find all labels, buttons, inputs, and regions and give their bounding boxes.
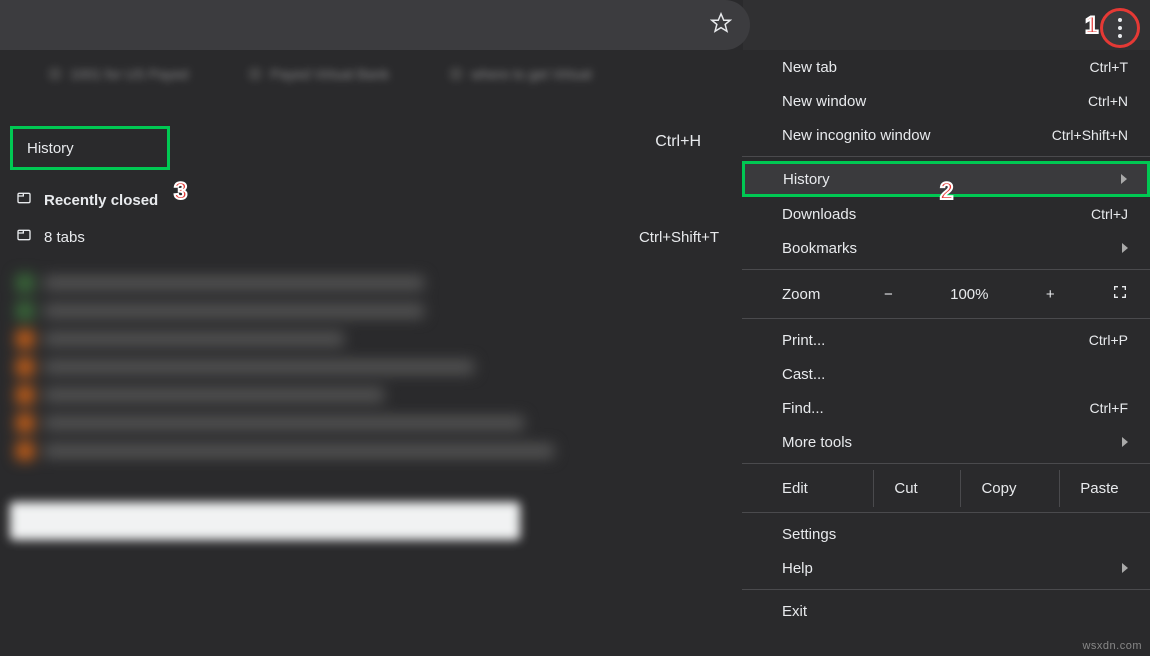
kebab-menu-button[interactable]	[1100, 8, 1140, 48]
menu-print[interactable]: Print...Ctrl+P	[742, 323, 1150, 357]
shortcut-text: Ctrl+Shift+T	[639, 229, 719, 246]
zoom-in-button[interactable]: +	[1046, 286, 1055, 303]
menu-exit[interactable]: Exit	[742, 594, 1150, 628]
menu-zoom: Zoom − 100% +	[742, 274, 1150, 314]
bookmarks-bar: 1001 for US Payed Payed Virtual Bank whe…	[0, 56, 743, 92]
favicon-icon	[48, 67, 62, 81]
zoom-value: 100%	[950, 286, 988, 303]
bookmark-item[interactable]: Payed Virtual Bank	[248, 66, 389, 82]
history-entry[interactable]	[16, 442, 727, 460]
favicon-icon	[449, 67, 463, 81]
zoom-out-button[interactable]: −	[884, 286, 893, 303]
fullscreen-icon[interactable]	[1112, 284, 1128, 304]
eight-tabs-item[interactable]: 8 tabs Ctrl+Shift+T	[0, 216, 743, 258]
history-submenu: History Ctrl+H Recently closed 8 tabs Ct…	[0, 100, 743, 540]
menu-find[interactable]: Find...Ctrl+F	[742, 391, 1150, 425]
recent-history-list	[0, 258, 743, 476]
menu-new-window[interactable]: New windowCtrl+N	[742, 84, 1150, 118]
history-entry[interactable]	[16, 414, 727, 432]
annotation-3: 3	[174, 178, 187, 206]
history-entry[interactable]	[16, 330, 727, 348]
bookmark-item[interactable]: 1001 for US Payed	[48, 66, 188, 82]
annotation-2: 2	[940, 178, 953, 206]
recently-closed-header: Recently closed	[0, 184, 743, 216]
menu-bookmarks[interactable]: Bookmarks	[742, 231, 1150, 265]
annotation-1: 1	[1085, 12, 1098, 40]
edit-copy[interactable]: Copy	[960, 470, 1036, 507]
history-shortcut: Ctrl+H	[655, 133, 743, 151]
star-icon[interactable]	[710, 12, 732, 39]
menu-new-tab[interactable]: New tabCtrl+T	[742, 50, 1150, 84]
address-bar[interactable]	[0, 0, 750, 50]
blurred-bar	[10, 502, 520, 540]
favicon-icon	[248, 67, 262, 81]
history-entry[interactable]	[16, 386, 727, 404]
watermark-text: wsxdn.com	[1082, 640, 1142, 652]
edit-cut[interactable]: Cut	[873, 470, 937, 507]
history-label: History	[27, 140, 74, 157]
menu-settings[interactable]: Settings	[742, 517, 1150, 551]
menu-incognito[interactable]: New incognito windowCtrl+Shift+N	[742, 118, 1150, 152]
chrome-main-menu: New tabCtrl+T New windowCtrl+N New incog…	[742, 50, 1150, 628]
menu-help[interactable]: Help	[742, 551, 1150, 585]
history-entry[interactable]	[16, 358, 727, 376]
history-entry[interactable]	[16, 274, 727, 292]
bookmark-item[interactable]: where to get Virtual	[449, 66, 591, 82]
vertical-dots-icon	[1118, 18, 1122, 38]
edit-paste[interactable]: Paste	[1059, 470, 1138, 507]
menu-edit: Edit Cut Copy Paste	[742, 468, 1150, 508]
menu-more-tools[interactable]: More tools	[742, 425, 1150, 459]
history-open-item[interactable]: History	[10, 126, 170, 170]
tab-icon	[16, 190, 32, 210]
menu-cast[interactable]: Cast...	[742, 357, 1150, 391]
tab-icon	[16, 227, 32, 247]
history-entry[interactable]	[16, 302, 727, 320]
